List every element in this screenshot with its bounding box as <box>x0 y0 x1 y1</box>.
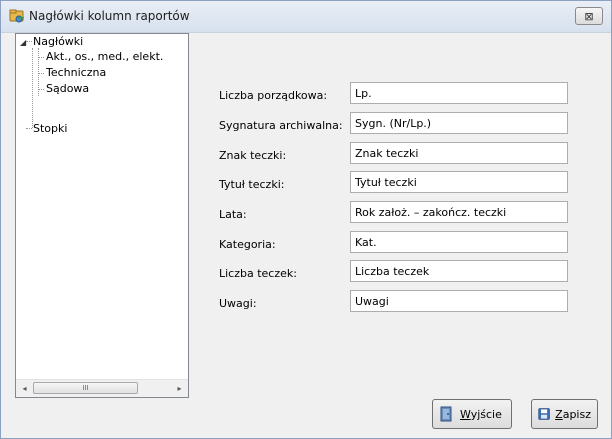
collapse-arrow-icon[interactable]: ◢ <box>20 38 26 47</box>
horizontal-scrollbar[interactable]: ◂ III ▸ <box>16 379 188 397</box>
label-sygnatura-archiwalna: Sygnatura archiwalna: <box>219 119 343 132</box>
dialog-window: Nagłówki kolumn raportów ⊠ ◢ Nagłówki Ak… <box>0 0 612 439</box>
liczba-teczek-input[interactable] <box>350 260 568 282</box>
arrow-right-icon: ▸ <box>177 384 182 393</box>
tree-connector <box>26 128 32 129</box>
exit-button-label: Wyjście <box>460 407 502 421</box>
tree-item-techniczna[interactable]: Techniczna <box>46 66 106 79</box>
kategoria-input[interactable] <box>350 231 568 253</box>
tytul-teczki-input[interactable] <box>350 171 568 193</box>
uwagi-input[interactable] <box>350 290 568 312</box>
tree-connector <box>32 48 33 128</box>
label-tytul-teczki: Tytuł teczki: <box>219 178 285 191</box>
label-uwagi: Uwagi: <box>219 297 257 310</box>
save-button[interactable]: Zapisz <box>531 399 598 429</box>
tree-item-sadowa[interactable]: Sądowa <box>46 82 89 95</box>
label-liczba-porzadkowa: Liczba porządkowa: <box>219 89 328 102</box>
tree-view[interactable]: ◢ Nagłówki Akt., os., med., elekt. Techn… <box>15 33 189 398</box>
tree-item-stopki[interactable]: Stopki <box>33 122 67 135</box>
save-button-label: Zapisz <box>555 407 591 421</box>
label-kategoria: Kategoria: <box>219 238 276 251</box>
grip-icon: III <box>82 384 89 392</box>
folder-key-icon <box>9 9 24 23</box>
title-bar[interactable]: Nagłówki kolumn raportów ⊠ <box>1 1 611 33</box>
tree-connector <box>38 73 44 74</box>
exit-button[interactable]: Wyjście <box>432 399 512 429</box>
tree-item-naglowki[interactable]: Nagłówki <box>33 35 83 48</box>
floppy-disk-icon <box>538 408 550 420</box>
sygnatura-archiwalna-input[interactable] <box>350 112 568 134</box>
window-title: Nagłówki kolumn raportów <box>29 9 190 23</box>
label-znak-teczki: Znak teczki: <box>219 149 287 162</box>
tree-connector <box>38 89 44 90</box>
znak-teczki-input[interactable] <box>350 142 568 164</box>
liczba-porzadkowa-input[interactable] <box>350 82 568 104</box>
scroll-thumb[interactable]: III <box>33 382 138 394</box>
arrow-left-icon: ◂ <box>22 384 27 393</box>
close-button[interactable]: ⊠ <box>575 7 603 25</box>
exit-door-icon <box>440 406 452 422</box>
tree-connector <box>26 41 32 42</box>
tree-item-akt[interactable]: Akt., os., med., elekt. <box>46 50 163 63</box>
close-icon: ⊠ <box>584 9 594 23</box>
label-liczba-teczek: Liczba teczek: <box>219 267 297 280</box>
scroll-right-button[interactable]: ▸ <box>171 380 188 397</box>
lata-input[interactable] <box>350 201 568 223</box>
tree-connector <box>38 57 44 58</box>
scroll-left-button[interactable]: ◂ <box>16 380 33 397</box>
label-lata: Lata: <box>219 208 247 221</box>
